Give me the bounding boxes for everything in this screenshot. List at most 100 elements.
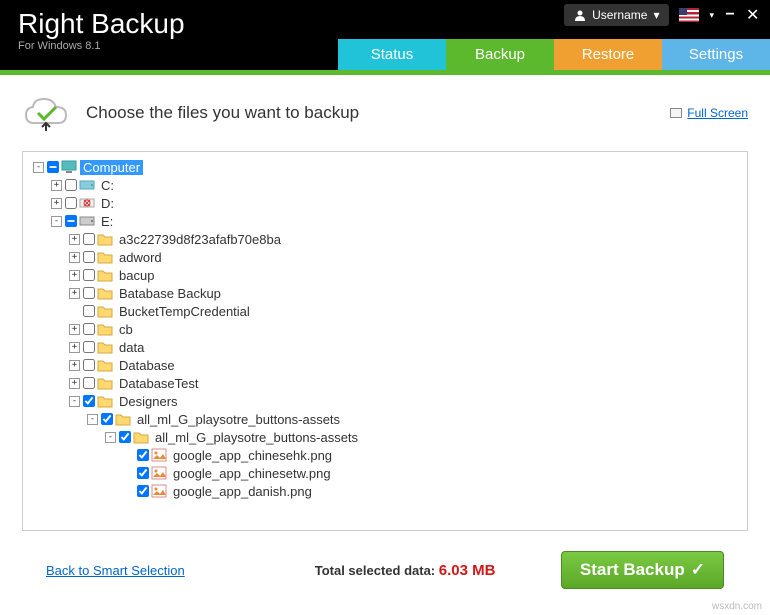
tree-checkbox[interactable]: [47, 161, 59, 173]
tree-node-label[interactable]: all_ml_G_playsotre_buttons-assets: [152, 430, 361, 445]
tree-node-label[interactable]: cb: [116, 322, 136, 337]
tab-backup[interactable]: Backup: [446, 39, 554, 70]
expand-icon[interactable]: +: [69, 324, 80, 335]
flag-dropdown-icon[interactable]: ▾: [709, 10, 714, 21]
tree-node-label[interactable]: E:: [98, 214, 116, 229]
watermark: wsxdn.com: [712, 601, 762, 612]
collapse-icon[interactable]: -: [33, 162, 44, 173]
start-backup-button[interactable]: Start Backup ✓: [561, 551, 724, 589]
tree-checkbox[interactable]: [137, 467, 149, 479]
tree-node[interactable]: - all_ml_G_playsotre_buttons-assets: [27, 428, 743, 446]
expand-icon[interactable]: +: [69, 288, 80, 299]
expand-icon[interactable]: +: [51, 198, 62, 209]
tree-node[interactable]: + D:: [27, 194, 743, 212]
tree-checkbox[interactable]: [83, 341, 95, 353]
tree-node[interactable]: + bacup: [27, 266, 743, 284]
tree-node[interactable]: + Database: [27, 356, 743, 374]
footer: Back to Smart Selection Total selected d…: [22, 531, 748, 609]
folder-icon: [97, 268, 113, 282]
expand-icon[interactable]: +: [69, 252, 80, 263]
tree-checkbox[interactable]: [83, 233, 95, 245]
expand-icon[interactable]: +: [69, 270, 80, 281]
tree-node-label[interactable]: C:: [98, 178, 117, 193]
folder-icon: [97, 286, 113, 300]
fullscreen-link[interactable]: Full Screen: [670, 106, 748, 120]
collapse-icon[interactable]: -: [87, 414, 98, 425]
tree-node-label[interactable]: adword: [116, 250, 165, 265]
tree-checkbox[interactable]: [83, 287, 95, 299]
total-selected-label: Total selected data: 6.03 MB: [315, 562, 496, 579]
tree-node[interactable]: BucketTempCredential: [27, 302, 743, 320]
collapse-icon[interactable]: -: [69, 396, 80, 407]
tree-node-label[interactable]: DatabaseTest: [116, 376, 202, 391]
tree-checkbox[interactable]: [65, 179, 77, 191]
folder-icon: [97, 358, 113, 372]
tree-checkbox[interactable]: [83, 269, 95, 281]
window-controls: Username ▾ ▾ − ✕: [564, 4, 758, 26]
tree-node[interactable]: - all_ml_G_playsotre_buttons-assets: [27, 410, 743, 428]
expand-icon[interactable]: +: [69, 378, 80, 389]
tree-node-label[interactable]: google_app_danish.png: [170, 484, 315, 499]
folder-icon: [97, 322, 113, 336]
tree-node-label[interactable]: all_ml_G_playsotre_buttons-assets: [134, 412, 343, 427]
tree-node[interactable]: - E:: [27, 212, 743, 230]
folder-icon: [97, 394, 113, 408]
tree-node[interactable]: google_app_chinesetw.png: [27, 464, 743, 482]
tree-node[interactable]: google_app_chinesehk.png: [27, 446, 743, 464]
tree-node[interactable]: - Computer: [27, 158, 743, 176]
tree-checkbox[interactable]: [83, 377, 95, 389]
tree-node-label[interactable]: bacup: [116, 268, 157, 283]
tree-checkbox[interactable]: [119, 431, 131, 443]
chevron-down-icon: ▾: [653, 8, 659, 22]
tree-node-label[interactable]: data: [116, 340, 147, 355]
close-button[interactable]: ✕: [746, 5, 758, 25]
expand-icon[interactable]: +: [69, 342, 80, 353]
user-menu-button[interactable]: Username ▾: [564, 4, 669, 26]
back-to-smart-selection-link[interactable]: Back to Smart Selection: [46, 563, 185, 578]
tree-node-label[interactable]: Designers: [116, 394, 181, 409]
folder-icon: [97, 250, 113, 264]
tree-node[interactable]: + adword: [27, 248, 743, 266]
tree-node[interactable]: - Designers: [27, 392, 743, 410]
expand-icon[interactable]: +: [51, 180, 62, 191]
tree-node[interactable]: google_app_danish.png: [27, 482, 743, 500]
tree-node[interactable]: + DatabaseTest: [27, 374, 743, 392]
tree-checkbox[interactable]: [137, 449, 149, 461]
tree-checkbox[interactable]: [83, 323, 95, 335]
tree-checkbox[interactable]: [83, 359, 95, 371]
tree-node-label[interactable]: Database: [116, 358, 178, 373]
tree-node-label[interactable]: google_app_chinesehk.png: [170, 448, 335, 463]
tree-checkbox[interactable]: [101, 413, 113, 425]
tree-checkbox[interactable]: [83, 305, 95, 317]
tab-settings[interactable]: Settings: [662, 39, 770, 70]
total-selected-value: 6.03 MB: [439, 562, 496, 579]
fullscreen-icon: [670, 108, 682, 118]
tab-status[interactable]: Status: [338, 39, 446, 70]
collapse-icon[interactable]: -: [51, 216, 62, 227]
tree-node-label[interactable]: Computer: [80, 160, 143, 175]
tree-node-label[interactable]: BucketTempCredential: [116, 304, 253, 319]
tree-checkbox[interactable]: [65, 197, 77, 209]
tree-node[interactable]: + C:: [27, 176, 743, 194]
tree-node-label[interactable]: a3c22739d8f23afafb70e8ba: [116, 232, 284, 247]
check-icon: ✓: [691, 560, 705, 580]
drive-e-icon: [79, 214, 95, 228]
language-flag-us[interactable]: [679, 8, 699, 22]
tree-checkbox[interactable]: [137, 485, 149, 497]
tree-node[interactable]: + data: [27, 338, 743, 356]
minimize-button[interactable]: −: [724, 6, 736, 24]
file-tree[interactable]: - Computer + C: + D: - E: + a3c22739d8f23afafb70e…: [22, 151, 748, 531]
tree-node[interactable]: + cb: [27, 320, 743, 338]
tree-checkbox[interactable]: [83, 251, 95, 263]
tree-node-label[interactable]: Batabase Backup: [116, 286, 224, 301]
tree-checkbox[interactable]: [65, 215, 77, 227]
tab-restore[interactable]: Restore: [554, 39, 662, 70]
tree-node-label[interactable]: D:: [98, 196, 117, 211]
collapse-icon[interactable]: -: [105, 432, 116, 443]
tree-node-label[interactable]: google_app_chinesetw.png: [170, 466, 334, 481]
tree-checkbox[interactable]: [83, 395, 95, 407]
expand-icon[interactable]: +: [69, 234, 80, 245]
tree-node[interactable]: + Batabase Backup: [27, 284, 743, 302]
tree-node[interactable]: + a3c22739d8f23afafb70e8ba: [27, 230, 743, 248]
expand-icon[interactable]: +: [69, 360, 80, 371]
